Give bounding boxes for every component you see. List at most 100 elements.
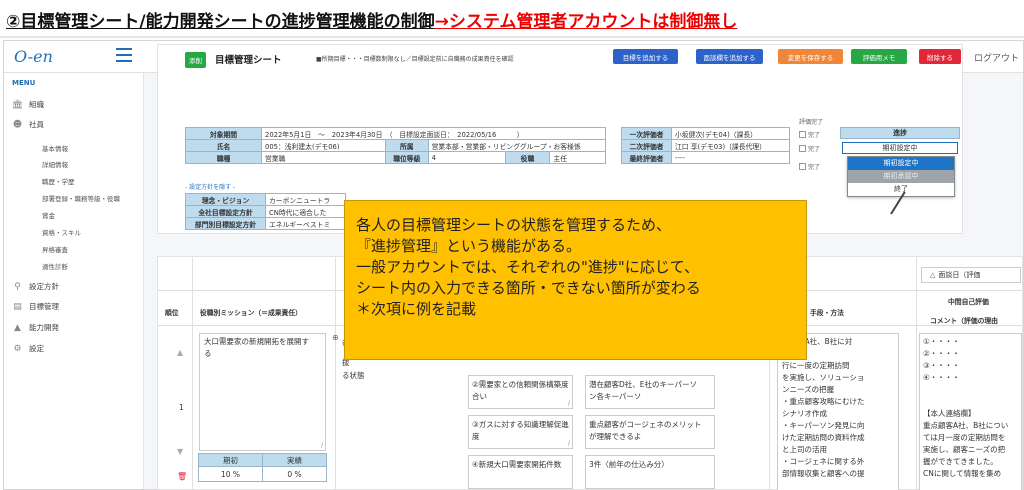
policy-value: CN時代に適合した xyxy=(265,205,346,218)
menu-toggle-icon[interactable] xyxy=(116,48,132,62)
resize-grip-icon: ∕ xyxy=(320,442,323,449)
comment-line: ①・・・・ xyxy=(923,337,960,346)
percent-unit: % xyxy=(294,469,302,479)
final-value: ---- xyxy=(671,151,790,164)
sidebar-sub-history[interactable]: 職歴・学歴 xyxy=(42,176,75,186)
method-line: と上司の活用 xyxy=(782,445,827,454)
delete-button[interactable]: 削除する xyxy=(919,49,961,64)
edit-badge: 添削 xyxy=(185,52,206,68)
comment-line: 握ができてきました。 xyxy=(923,457,998,466)
add-goal-button[interactable]: 目標を追加する xyxy=(613,49,678,64)
period-label: 対象期間 xyxy=(185,127,262,140)
progress-option-initial-approval[interactable]: 期初承認中 xyxy=(848,170,954,183)
add-interview-button[interactable]: 面談欄を追加する xyxy=(696,49,763,64)
sub-item-textarea[interactable]: ④新規大口需要家開拓件数 xyxy=(468,455,573,489)
sidebar-item-label: 社員 xyxy=(29,120,44,129)
sidebar-item-label: 組織 xyxy=(29,100,44,109)
sub-detail-textarea[interactable]: 潜在顧客D社、E社のキーパーソン各キーパーソ xyxy=(585,375,715,409)
final-label: 最終評価者 xyxy=(621,151,672,164)
comment-line: 重点顧客A社、B社につい xyxy=(923,421,1009,430)
done-label: 完了 xyxy=(808,146,821,153)
dept-value: 営業本部・営業部・リビンググループ・お客様係 xyxy=(427,139,607,152)
comment-line: ②・・・・ xyxy=(923,349,960,358)
sidebar-item-skill-development[interactable]: ▲ 能力開発 xyxy=(12,322,59,333)
job-value: 営業職 xyxy=(261,151,386,164)
sidebar-item-employees[interactable]: ☻ 社員 xyxy=(12,119,44,130)
sidebar-sub-skills[interactable]: 資格・スキル xyxy=(42,227,81,237)
mission-header: 役職別ミッション（＝成果責任） xyxy=(200,309,302,317)
sub-item-text: ②需要家との信頼関係構築度合い xyxy=(472,380,569,401)
menu-heading: MENU xyxy=(12,79,36,87)
comment-line: 【本人連絡欄】 xyxy=(923,409,976,418)
role-value: 主任 xyxy=(549,151,606,164)
actual-percent-input[interactable]: 0 % xyxy=(262,466,327,482)
sidebar: MENU 🏛 組織 ☻ 社員 基本情報 詳細情報 職歴・学歴 部署登録・職務等級… xyxy=(4,73,144,489)
sidebar-sub-detail[interactable]: 詳細情報 xyxy=(42,159,68,169)
method-line: ・コージェネに関する外 xyxy=(782,457,865,466)
logout-link[interactable]: ログアウト xyxy=(974,51,1019,64)
comment-textarea[interactable]: ①・・・・ ②・・・・ ③・・・・ ④・・・・ 【本人連絡欄】 重点顧客A社、B… xyxy=(919,333,1022,490)
sidebar-item-organization[interactable]: 🏛 組織 xyxy=(12,99,44,110)
method-line: けた定期訪問の資料作成 xyxy=(782,433,865,442)
app-logo: O-en xyxy=(14,47,53,66)
mission-textarea[interactable]: 大口需要家の新規開拓を展開する ∕ xyxy=(199,333,326,451)
sidebar-item-settings[interactable]: ⚙ 設定 xyxy=(12,343,44,354)
comment-line: ては月一度の定期訪問を xyxy=(923,433,1006,442)
sidebar-sub-prize[interactable]: 賞金 xyxy=(42,210,55,220)
sidebar-sub-aptitude[interactable]: 適性診断 xyxy=(42,261,68,271)
plan-percent-input[interactable]: 10 % xyxy=(198,466,263,482)
progress-label: 進捗 xyxy=(840,127,960,139)
save-changes-button[interactable]: 変更を保存する xyxy=(778,49,843,64)
slide-heading: ②目標管理シート/能力開発シートの進捗管理機能の制御 →システム管理者アカウント… xyxy=(6,4,737,34)
final-done-checkbox[interactable]: 完了 xyxy=(799,162,820,171)
method-line: 行に一度の定期訪問 xyxy=(782,361,850,370)
add-circle-icon[interactable]: ⊕ xyxy=(332,333,339,342)
sidebar-sub-dept[interactable]: 部署登録・職務等級・役職 xyxy=(42,193,120,203)
users-icon: ☻ xyxy=(12,119,23,130)
sidebar-item-policy[interactable]: ⚲ 設定方針 xyxy=(12,281,59,292)
hide-policy-link[interactable]: - 設定方針を隠す - xyxy=(185,182,235,191)
comment-header: コメント（評価の理由 xyxy=(930,317,998,325)
eval1-value: 小坂健次(デモ04)（課長） xyxy=(671,127,790,140)
trash-icon[interactable]: 🗑 xyxy=(177,472,187,481)
percent-unit: % xyxy=(232,469,241,479)
progress-option-initial-setting[interactable]: 期初設定中 xyxy=(848,157,954,170)
cap-icon: ▲ xyxy=(14,322,21,333)
sub-detail-textarea[interactable]: 3件（前年の仕込み分） xyxy=(585,455,715,489)
eval2-value: 江口 享(デモ03)（課長代理） xyxy=(671,139,790,152)
progress-select[interactable]: 期初設定中 xyxy=(842,142,958,154)
move-down-icon[interactable]: ▼ xyxy=(177,447,183,456)
sidebar-sub-basic[interactable]: 基本情報 xyxy=(42,143,68,153)
policy-label: 部門別目標設定方針 xyxy=(185,217,266,230)
plan-percent-value: 10 xyxy=(220,469,231,479)
sub-item-textarea[interactable]: ③ガスに対する知識理解促進度 ∕ xyxy=(468,415,573,449)
heading-divider xyxy=(0,36,1024,38)
sidebar-item-label: 目標管理 xyxy=(29,302,59,311)
col-divider xyxy=(916,257,917,490)
role-label: 役職 xyxy=(504,151,551,164)
sub-item-textarea[interactable]: ②需要家との信頼関係構築度合い ∕ xyxy=(468,375,573,409)
sub-detail-text: 重点顧客がコージェネのメリットが理解できるよ xyxy=(589,420,702,441)
slide-heading-note: →システム管理者アカウントは制御無し xyxy=(434,11,738,32)
period-value: 2022年5月1日 ～ 2023年4月30日 （ 目標設定面談日： 2022/0… xyxy=(261,127,606,140)
pin-icon: ⚲ xyxy=(14,281,21,292)
sidebar-sub-promotion[interactable]: 昇格審査 xyxy=(42,244,68,254)
sub-detail-textarea[interactable]: 重点顧客がコージェネのメリットが理解できるよ xyxy=(585,415,715,449)
interview-date-header[interactable]: △ 面談日（評価 xyxy=(921,267,1021,283)
building-icon: 🏛 xyxy=(11,99,24,110)
move-up-icon[interactable]: ▲ xyxy=(177,348,183,357)
eval-memo-button[interactable]: 評価用メモ xyxy=(851,49,907,64)
eval2-label: 二次評価者 xyxy=(621,139,672,152)
rank-header: 順位 xyxy=(165,309,179,317)
sidebar-item-label: 能力開発 xyxy=(29,323,59,332)
sidebar-item-target-management[interactable]: ▤ 目標管理 xyxy=(12,301,59,312)
done-label: 完了 xyxy=(808,132,821,139)
sheet-info-table: 対象期間 2022年5月1日 ～ 2023年4月30日 （ 目標設定面談日： 2… xyxy=(185,127,607,164)
eval1-done-checkbox[interactable]: 完了 xyxy=(799,130,820,139)
gear-icon: ⚙ xyxy=(13,343,22,354)
name-label: 氏名 xyxy=(185,139,262,152)
eval2-done-checkbox[interactable]: 完了 xyxy=(799,144,820,153)
method-line: を実施し、ソリューショ xyxy=(782,373,865,382)
callout-line: 各人の目標管理シートの状態を管理するため、 xyxy=(356,216,672,234)
chart-icon: ▤ xyxy=(13,301,22,312)
